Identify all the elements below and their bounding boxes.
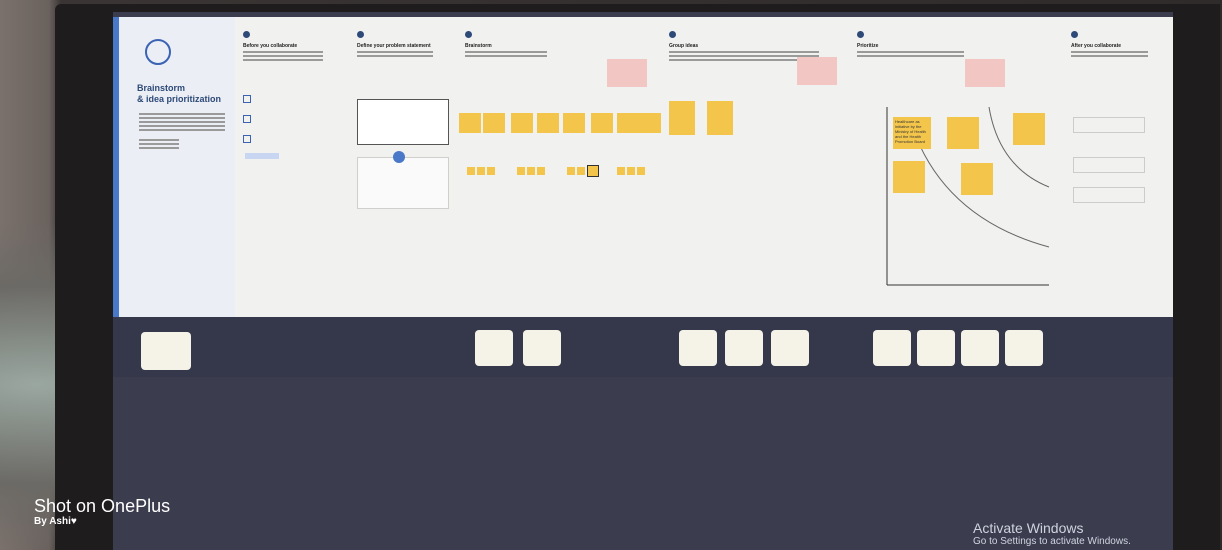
step-dot [1071, 31, 1078, 38]
panel-prioritize[interactable]: Prioritize Healthcare as initiative by t… [849, 17, 1064, 317]
photo-watermark: Shot on OnePlus By Ashi♥ [34, 496, 170, 527]
step-dot [243, 31, 250, 38]
brainstorm-thumbnail[interactable] [475, 330, 513, 366]
template-strip: Brainstorm & idea prioritization Before … [113, 12, 1173, 377]
monitor-screen: Brainstorm & idea prioritization Before … [113, 12, 1173, 550]
checkbox[interactable] [243, 95, 251, 103]
export-item[interactable] [1073, 157, 1145, 173]
priority-note[interactable] [1013, 113, 1045, 145]
intro-meta [139, 139, 179, 151]
intro-description [139, 113, 225, 133]
sticky-note[interactable] [459, 113, 481, 133]
panel-brainstorm[interactable]: Brainstorm [457, 17, 662, 317]
intro-title-line1: Brainstorm [137, 83, 186, 93]
panel-title: After you collaborate [1071, 43, 1122, 49]
group-thumbnail[interactable] [771, 330, 809, 366]
panel-title: Define your problem statement [357, 43, 431, 49]
sticky-note[interactable] [567, 167, 575, 175]
problem-statement-card[interactable] [357, 99, 449, 145]
share-item[interactable] [1073, 117, 1145, 133]
checkbox[interactable] [243, 115, 251, 123]
priority-note[interactable]: Healthcare as initiative by the Ministry… [893, 117, 931, 149]
timer-icon [393, 151, 405, 163]
panel-description [1071, 51, 1148, 59]
sticky-note[interactable] [669, 101, 695, 135]
prioritize-thumbnail[interactable] [917, 330, 955, 366]
activate-windows-subtitle: Go to Settings to activate Windows. [973, 536, 1131, 547]
intro-panel[interactable]: Brainstorm & idea prioritization [113, 17, 236, 317]
step-dot [357, 31, 364, 38]
tip-note [607, 59, 647, 87]
sticky-note[interactable] [467, 167, 475, 175]
panel-description [465, 51, 547, 59]
sticky-note[interactable] [483, 113, 505, 133]
panel-description [357, 51, 433, 59]
next-step-item[interactable] [1073, 187, 1145, 203]
intro-title-line2: & idea prioritization [137, 94, 222, 104]
prioritize-thumbnail[interactable] [961, 330, 999, 366]
priority-note[interactable] [961, 163, 993, 195]
sticky-note[interactable] [487, 167, 495, 175]
sticky-note[interactable] [527, 167, 535, 175]
sticky-note[interactable] [577, 167, 585, 175]
windows-activation-notice: Activate Windows Go to Settings to activ… [973, 520, 1131, 547]
open-button[interactable] [245, 153, 279, 159]
sticky-note[interactable] [627, 167, 635, 175]
panel-define[interactable]: Define your problem statement [349, 17, 458, 317]
intro-side-bar [113, 17, 119, 317]
group-thumbnail[interactable] [725, 330, 763, 366]
panel-prep[interactable]: Before you collaborate [235, 17, 350, 317]
sticky-note[interactable] [511, 113, 533, 133]
brainstorm-thumbnail[interactable] [523, 330, 561, 366]
step-dot [669, 31, 676, 38]
priority-note[interactable] [947, 117, 979, 149]
step-dot [465, 31, 472, 38]
panel-title: Brainstorm [465, 43, 492, 49]
bulb-icon [145, 39, 171, 65]
template-thumbnail[interactable] [141, 332, 191, 370]
priority-note[interactable] [893, 161, 925, 193]
sticky-note-selected[interactable] [587, 165, 599, 177]
panel-title: Before you collaborate [243, 43, 298, 49]
sticky-note[interactable] [563, 113, 585, 133]
sticky-note[interactable] [707, 101, 733, 135]
checkbox[interactable] [243, 135, 251, 143]
sticky-note[interactable] [537, 167, 545, 175]
sticky-note[interactable] [477, 167, 485, 175]
panel-after[interactable]: After you collaborate [1063, 17, 1173, 317]
watermark-line1: Shot on OnePlus [34, 496, 171, 516]
prioritization-grid [886, 106, 1050, 286]
sticky-note[interactable] [639, 113, 661, 133]
prioritize-thumbnail[interactable] [1005, 330, 1043, 366]
sticky-note[interactable] [537, 113, 559, 133]
panel-description [243, 51, 323, 63]
sticky-note[interactable] [517, 167, 525, 175]
sticky-note[interactable] [591, 113, 613, 133]
intro-title: Brainstorm & idea prioritization [137, 83, 221, 105]
sticky-note[interactable] [617, 167, 625, 175]
brainstorm-tips-card [357, 157, 449, 209]
watermark-line2: By Ashi♥ [34, 516, 77, 527]
group-thumbnail[interactable] [679, 330, 717, 366]
activate-windows-title: Activate Windows [973, 520, 1084, 536]
sticky-note[interactable] [617, 113, 639, 133]
prioritize-thumbnail[interactable] [873, 330, 911, 366]
panel-group[interactable]: Group ideas [661, 17, 850, 317]
tip-note [797, 57, 837, 85]
panel-title: Group ideas [669, 43, 699, 49]
sticky-note[interactable] [637, 167, 645, 175]
